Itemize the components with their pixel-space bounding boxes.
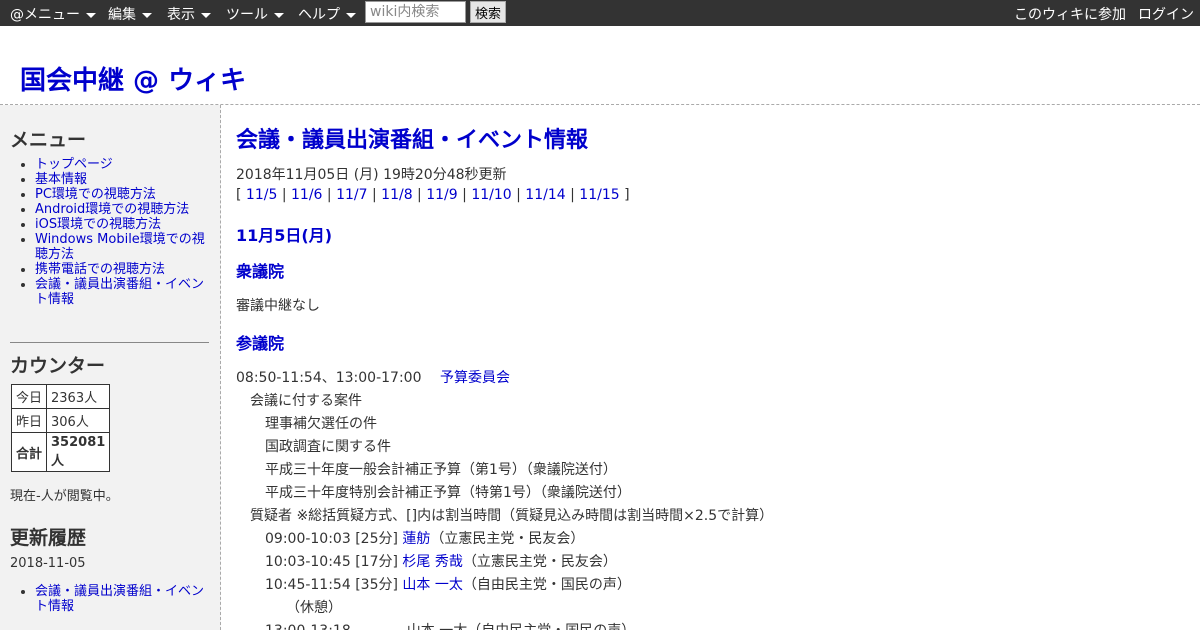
counter-heading: カウンター — [10, 355, 106, 377]
sidebar-menu-list: トップページ 基本情報 PC環境での視聴方法 Android環境での視聴方法 i… — [10, 157, 210, 307]
counter-row: 今日 2363人 — [10, 384, 111, 409]
page-title: 会議・議員出演番組・イベント情報 — [236, 128, 589, 153]
sidebar-link[interactable]: PC環境での視聴方法 — [35, 187, 156, 202]
date-link[interactable]: 11/15 — [579, 187, 619, 203]
history-item: 会議・議員出演番組・イベント情報 — [35, 584, 210, 614]
agenda-heading: 会議に付する案件 — [250, 393, 362, 409]
history-heading: 更新履歴 — [10, 527, 87, 549]
counter-label: 今日 — [10, 384, 48, 409]
session-time: 08:50-11:54、13:00-17:00 — [236, 370, 422, 386]
questioner-row: 10:03-10:45 [17分] 杉尾 秀哉（立憲民主党・民友会） — [265, 551, 617, 571]
counter-row: 昨日 306人 — [10, 408, 111, 433]
questioner-party: （立憲民主党・民友会） — [430, 531, 585, 547]
sangiin-heading: 参議院 — [236, 334, 285, 353]
counter-label: 昨日 — [10, 408, 48, 433]
date-link[interactable]: 11/6 — [291, 187, 322, 203]
questioner-time: 10:03-10:45 [17分] — [265, 554, 398, 570]
menu-view[interactable]: 表示 — [167, 4, 211, 24]
questioner-link[interactable]: 山本 一太 — [402, 577, 462, 593]
site-title-link[interactable]: 国会中継 @ ウィキ — [20, 66, 246, 96]
sidebar-item-top: トップページ — [35, 157, 210, 172]
history-date: 2018-11-05 — [10, 556, 86, 571]
sidebar-link[interactable]: 基本情報 — [35, 172, 87, 187]
sidebar-item-mobile-phone: 携帯電話での視聴方法 — [35, 262, 210, 277]
sidebar-item-ios: iOS環境での視聴方法 — [35, 217, 210, 232]
committee-link[interactable]: 予算委員会 — [440, 370, 510, 386]
date-link[interactable]: 11/7 — [336, 187, 367, 203]
agenda-item: 平成三十年度特別会計補正予算（特第1号）（衆議院送付） — [265, 485, 631, 501]
date-link[interactable]: 11/10 — [471, 187, 511, 203]
search-button[interactable]: 検索 — [470, 1, 506, 23]
session-line: 08:50-11:54、13:00-17:00 予算委員会 — [236, 367, 510, 387]
questioner-time: 10:45-11:54 [35分] — [265, 577, 398, 593]
agenda-item: 理事補欠選任の件 — [265, 416, 377, 432]
date-nav: [ 11/5 | 11/6 | 11/7 | 11/8 | 11/9 | 11/… — [236, 187, 630, 203]
history-list: 会議・議員出演番組・イベント情報 — [10, 584, 210, 614]
questioner-party: （立憲民主党・民友会） — [462, 554, 617, 570]
counter-value: 2363人 — [46, 384, 111, 409]
questioner-heading: 質疑者 ※総括質疑方式、[]内は割当時間（質疑見込み時間は割当時間×2.5で計算… — [250, 508, 774, 524]
menu-tools[interactable]: ツール — [226, 4, 284, 24]
sidebar-item-android: Android環境での視聴方法 — [35, 202, 210, 217]
questioner-link[interactable]: 蓮舫 — [402, 531, 430, 547]
counter-label: 合計 — [10, 432, 48, 472]
sidebar-divider — [10, 342, 209, 343]
counter-row: 合計 352081人 — [10, 432, 111, 472]
menu-help[interactable]: ヘルプ — [298, 4, 356, 24]
date-link[interactable]: 11/9 — [426, 187, 457, 203]
menu-edit[interactable]: 編集 — [108, 4, 152, 24]
sidebar-item-basic-info: 基本情報 — [35, 172, 210, 187]
search-input[interactable] — [365, 1, 466, 23]
break-text: （休憩） — [286, 600, 342, 616]
sidebar-link[interactable]: 携帯電話での視聴方法 — [35, 262, 165, 277]
site-title[interactable]: 国会中継 @ ウィキ — [20, 60, 246, 97]
date-link[interactable]: 11/5 — [246, 187, 277, 203]
sidebar-link[interactable]: iOS環境での視聴方法 — [35, 217, 161, 232]
viewing-count-text: 現在-人が閲覧中。 — [10, 489, 119, 504]
questioner-row: 10:45-11:54 [35分] 山本 一太（自由民主党・国民の声） — [265, 574, 631, 594]
sidebar-link[interactable]: トップページ — [35, 157, 113, 172]
menu-label: 編集 — [108, 7, 136, 23]
menu-label: ツール — [226, 7, 268, 23]
counter-value: 352081人 — [46, 432, 111, 472]
chevron-down-icon — [86, 12, 96, 18]
shugiin-heading: 衆議院 — [236, 262, 285, 281]
history-link[interactable]: 会議・議員出演番組・イベント情報 — [35, 584, 204, 614]
agenda-item: 平成三十年度一般会計補正予算（第1号）（衆議院送付） — [265, 462, 617, 478]
counter-value: 306人 — [46, 408, 111, 433]
sidebar-menu-heading: メニュー — [10, 129, 87, 151]
date-link[interactable]: 11/8 — [381, 187, 412, 203]
questioner-row-partial: 13:00-13:18 山本 一太（自由民主党・国民の声） — [265, 620, 635, 630]
top-menubar: @メニュー 編集 表示 ツール ヘルプ 検索 このウィキに参加 ログイン — [0, 0, 1200, 26]
sidebar-item-events: 会議・議員出演番組・イベント情報 — [35, 277, 210, 307]
chevron-down-icon — [346, 12, 356, 18]
menu-at-menu[interactable]: @メニュー — [10, 4, 96, 24]
main-content: 会議・議員出演番組・イベント情報 2018年11月05日 (月) 19時20分4… — [236, 105, 1186, 630]
sidebar-item-windows-mobile: Windows Mobile環境での視聴方法 — [35, 232, 210, 262]
date-link[interactable]: 11/14 — [525, 187, 565, 203]
menu-label: 表示 — [167, 7, 195, 23]
updated-timestamp: 2018年11月05日 (月) 19時20分48秒更新 — [236, 167, 507, 183]
questioner-row: 09:00-10:03 [25分] 蓮舫（立憲民主党・民友会） — [265, 528, 584, 548]
menu-label: @メニュー — [10, 7, 80, 23]
sidebar-item-pc: PC環境での視聴方法 — [35, 187, 210, 202]
agenda-item: 国政調査に関する件 — [265, 439, 391, 455]
questioner-time: 09:00-10:03 [25分] — [265, 531, 398, 547]
sidebar: メニュー トップページ 基本情報 PC環境での視聴方法 Android環境での視… — [0, 105, 221, 630]
sidebar-link[interactable]: 会議・議員出演番組・イベント情報 — [35, 277, 204, 307]
join-wiki-link[interactable]: このウィキに参加 — [1014, 4, 1126, 24]
sidebar-link[interactable]: Android環境での視聴方法 — [35, 202, 189, 217]
chevron-down-icon — [142, 12, 152, 18]
counter-table: 今日 2363人 昨日 306人 合計 352081人 — [10, 384, 111, 472]
questioner-party: （自由民主党・国民の声） — [462, 577, 631, 593]
chevron-down-icon — [201, 12, 211, 18]
day-heading: 11月5日(月) — [236, 226, 333, 245]
chevron-down-icon — [274, 12, 284, 18]
shugiin-text: 審議中継なし — [236, 298, 320, 314]
login-link[interactable]: ログイン — [1138, 4, 1194, 24]
menu-label: ヘルプ — [298, 7, 340, 23]
sidebar-link[interactable]: Windows Mobile環境での視聴方法 — [35, 232, 205, 262]
questioner-link[interactable]: 杉尾 秀哉 — [402, 554, 462, 570]
